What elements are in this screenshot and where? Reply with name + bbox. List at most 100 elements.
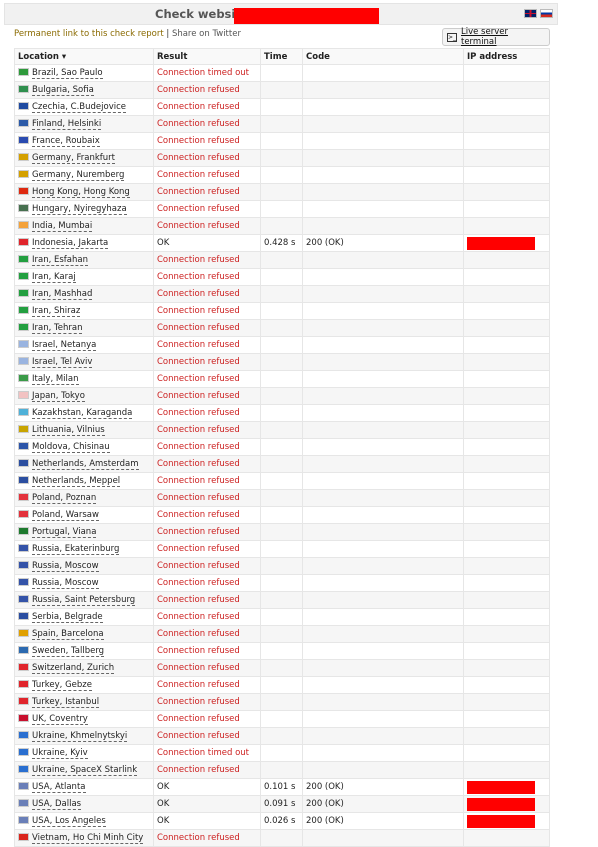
- share-twitter-link[interactable]: Share on Twitter: [172, 29, 241, 39]
- table-row: Kazakhstan, Karaganda Connection refused: [14, 404, 550, 422]
- location-link[interactable]: Hungary, Nyiregyhaza: [32, 204, 127, 215]
- language-switcher: [524, 9, 553, 18]
- location-link[interactable]: Serbia, Belgrade: [32, 612, 103, 623]
- location-link[interactable]: Russia, Moscow: [32, 578, 99, 589]
- code-cell: [302, 829, 464, 847]
- table-row: Vietnam, Ho Chi Minh City Connection refu…: [14, 829, 550, 847]
- location-link[interactable]: Russia, Moscow: [32, 561, 99, 572]
- country-flag-icon: [18, 119, 29, 127]
- location-link[interactable]: Netherlands, Meppel: [32, 476, 121, 487]
- country-flag-icon: [18, 629, 29, 637]
- location-link[interactable]: Ukraine, Khmelnytskyi: [32, 731, 128, 742]
- column-header-result: Result: [153, 48, 261, 65]
- country-flag-icon: [18, 782, 29, 790]
- location-link[interactable]: Turkey, Istanbul: [32, 697, 100, 708]
- location-link[interactable]: UK, Coventry: [32, 714, 88, 725]
- result-cell: Connection refused: [153, 98, 261, 116]
- country-flag-icon: [18, 306, 29, 314]
- code-cell: [302, 387, 464, 405]
- location-link[interactable]: Israel, Tel Aviv: [32, 357, 93, 368]
- location-link[interactable]: Spain, Barcelona: [32, 629, 104, 640]
- permanent-link[interactable]: Permanent link to this check report: [14, 29, 164, 39]
- location-link[interactable]: Bulgaria, Sofia: [32, 85, 94, 96]
- location-link[interactable]: France, Roubaix: [32, 136, 100, 147]
- location-link[interactable]: Russia, Saint Petersburg: [32, 595, 136, 606]
- live-terminal-button[interactable]: >_ Live server terminal: [442, 27, 550, 47]
- location-link[interactable]: Germany, Nuremberg: [32, 170, 125, 181]
- time-cell: [260, 353, 303, 371]
- table-row: Sweden, Tallberg Connection refused: [14, 642, 550, 660]
- code-cell: [302, 574, 464, 592]
- location-link[interactable]: USA, Dallas: [32, 799, 82, 810]
- code-cell: [302, 268, 464, 286]
- russian-flag-icon[interactable]: [540, 9, 553, 18]
- country-flag-icon: [18, 102, 29, 110]
- ip-cell: [463, 438, 550, 456]
- column-header-location[interactable]: Location ▾: [14, 48, 154, 65]
- ip-cell: [463, 727, 550, 745]
- location-cell: Serbia, Belgrade: [14, 608, 154, 626]
- location-link[interactable]: Poland, Poznan: [32, 493, 97, 504]
- location-link[interactable]: USA, Los Angeles: [32, 816, 106, 827]
- code-cell: [302, 506, 464, 524]
- result-cell: Connection refused: [153, 438, 261, 456]
- location-link[interactable]: Iran, Tehran: [32, 323, 83, 334]
- country-flag-icon: [18, 408, 29, 416]
- result-cell: OK: [153, 778, 261, 796]
- code-cell: [302, 557, 464, 575]
- location-link[interactable]: Indonesia, Jakarta: [32, 238, 109, 249]
- country-flag-icon: [18, 85, 29, 93]
- code-cell: [302, 540, 464, 558]
- country-flag-icon: [18, 272, 29, 280]
- location-link[interactable]: Iran, Shiraz: [32, 306, 81, 317]
- location-link[interactable]: Czechia, C.Budejovice: [32, 102, 126, 113]
- location-cell: Bulgaria, Sofia: [14, 81, 154, 99]
- location-link[interactable]: Ukraine, Kyiv: [32, 748, 88, 759]
- country-flag-icon: [18, 476, 29, 484]
- location-link[interactable]: Iran, Mashhad: [32, 289, 93, 300]
- country-flag-icon: [18, 425, 29, 433]
- location-cell: Poland, Warsaw: [14, 506, 154, 524]
- location-link[interactable]: Switzerland, Zurich: [32, 663, 115, 674]
- location-link[interactable]: India, Mumbai: [32, 221, 93, 232]
- code-cell: [302, 132, 464, 150]
- location-link[interactable]: Sweden, Tallberg: [32, 646, 105, 657]
- result-cell: Connection refused: [153, 370, 261, 388]
- country-flag-icon: [18, 544, 29, 552]
- location-link[interactable]: Israel, Netanya: [32, 340, 97, 351]
- result-cell: Connection refused: [153, 115, 261, 133]
- result-cell: Connection refused: [153, 676, 261, 694]
- location-link[interactable]: USA, Atlanta: [32, 782, 86, 793]
- redacted-ip: [467, 780, 535, 794]
- location-link[interactable]: Poland, Warsaw: [32, 510, 99, 521]
- table-row: Germany, Nuremberg Connection refused: [14, 166, 550, 184]
- location-link[interactable]: Finland, Helsinki: [32, 119, 102, 130]
- ip-cell: [463, 506, 550, 524]
- location-cell: Spain, Barcelona: [14, 625, 154, 643]
- location-link[interactable]: Turkey, Gebze: [32, 680, 92, 691]
- code-cell: [302, 319, 464, 337]
- time-cell: [260, 370, 303, 388]
- location-link[interactable]: Germany, Frankfurt: [32, 153, 115, 164]
- result-cell: OK: [153, 795, 261, 813]
- location-link[interactable]: Ukraine, SpaceX Starlink: [32, 765, 138, 776]
- location-link[interactable]: Iran, Esfahan: [32, 255, 88, 266]
- location-link[interactable]: Kazakhstan, Karaganda: [32, 408, 133, 419]
- location-link[interactable]: Portugal, Viana: [32, 527, 97, 538]
- location-link[interactable]: Lithuania, Vilnius: [32, 425, 105, 436]
- location-link[interactable]: Brazil, Sao Paulo: [32, 68, 103, 79]
- location-link[interactable]: Russia, Ekaterinburg: [32, 544, 120, 555]
- location-link[interactable]: Hong Kong, Hong Kong: [32, 187, 130, 198]
- location-link[interactable]: Japan, Tokyo: [32, 391, 85, 402]
- country-flag-icon: [18, 340, 29, 348]
- code-cell: [302, 183, 464, 201]
- location-link[interactable]: Vietnam, Ho Chi Minh City: [32, 833, 144, 844]
- table-row: Turkey, Gebze Connection refused: [14, 676, 550, 694]
- location-link[interactable]: Iran, Karaj: [32, 272, 76, 283]
- location-link[interactable]: Italy, Milan: [32, 374, 79, 385]
- location-link[interactable]: Moldova, Chisinau: [32, 442, 110, 453]
- english-flag-icon[interactable]: [524, 9, 537, 18]
- location-link[interactable]: Netherlands, Amsterdam: [32, 459, 139, 470]
- time-cell: [260, 761, 303, 779]
- location-cell: Iran, Mashhad: [14, 285, 154, 303]
